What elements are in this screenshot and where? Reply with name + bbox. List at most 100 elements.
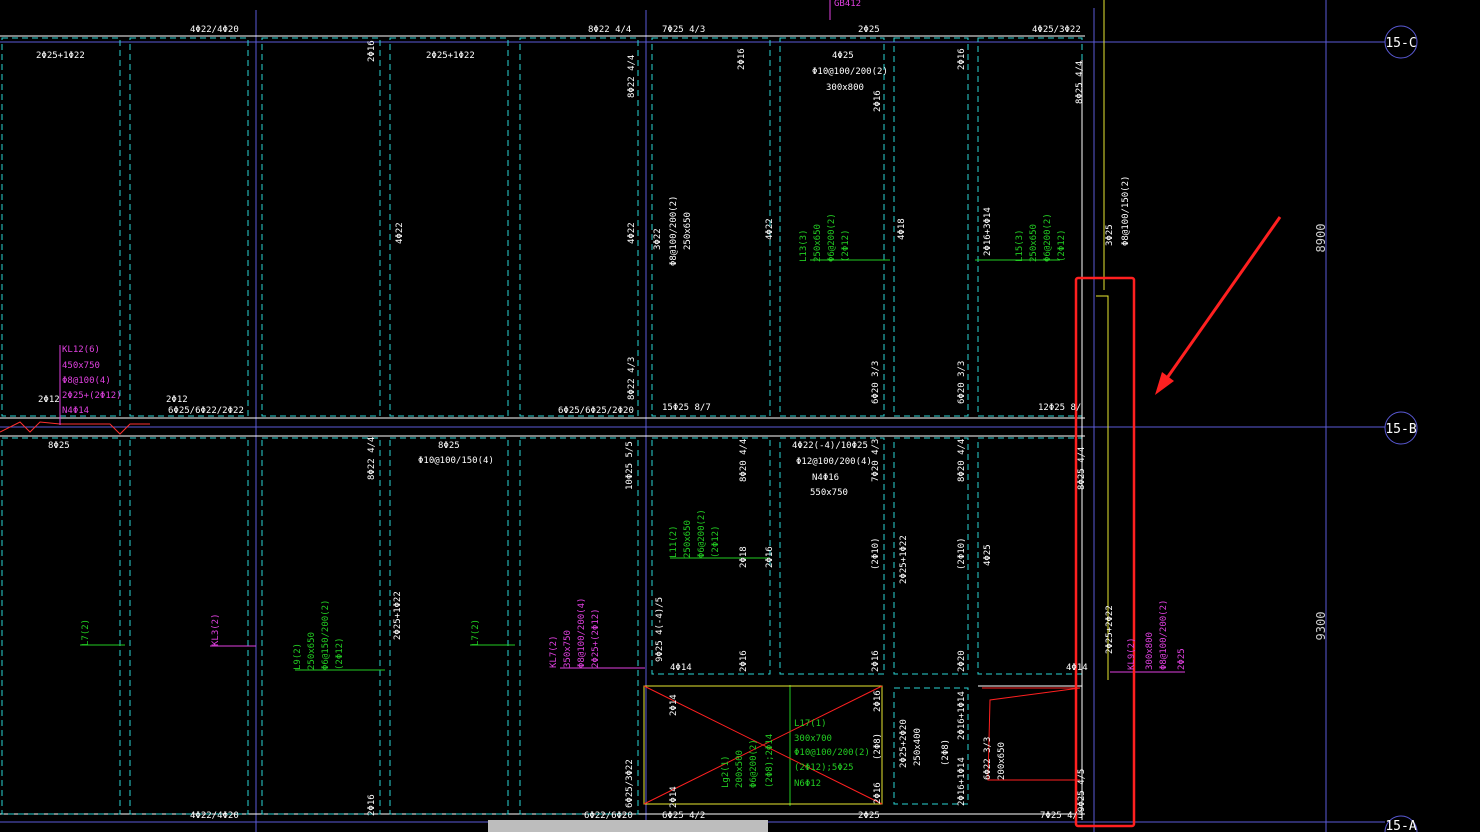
beam-right-label: 300x800	[1145, 632, 1155, 670]
mid-rebar-label: 2Φ12	[38, 395, 60, 405]
beam-kl7-label: Φ8@100/200(4)	[577, 598, 587, 668]
beam-label: 2Φ16	[873, 782, 883, 804]
beam-l9-label: 250x650	[307, 632, 317, 670]
beam-label: 2Φ20	[957, 650, 967, 672]
kl12-rebar-mark	[0, 421, 150, 435]
beam-label: (2Φ8)	[941, 739, 951, 766]
beam-kl7-label: 2Φ25+(2Φ12)	[591, 608, 601, 668]
beam-lg2-label: Φ6@200(2)	[749, 739, 759, 788]
beam-l7-label: L7(2)	[81, 619, 91, 646]
beam-l9-label: L9(2)	[293, 643, 303, 670]
highlight-arrow-shaft	[1158, 216, 1282, 389]
beam-label: 8Φ25 4/4	[1077, 447, 1087, 490]
beam-label: 300x800	[826, 83, 864, 93]
beam-label: 4Φ25	[832, 51, 854, 61]
beam-label: 2Φ16+1Φ14	[957, 757, 967, 806]
beam-label: 4Φ22	[765, 218, 775, 240]
beam-label: 4Φ18	[897, 218, 907, 240]
mid-rebar-label: 8Φ25	[438, 441, 460, 451]
cad-drawing-canvas[interactable]: 15-C 15-B 15-A 8900 9300 4Φ22/4Φ20 8Φ22 …	[0, 0, 1480, 832]
beam-right-label: 2Φ25	[1177, 648, 1187, 670]
beam-lg2-label: (2Φ8);2Φ14	[765, 734, 775, 788]
axis-bubble-15-a: 15-A	[1384, 815, 1418, 832]
beam-label: 2Φ25+1Φ22	[393, 591, 403, 640]
beam-label: N4Φ16	[812, 473, 839, 483]
beam-label: 2Φ25+2Φ20	[899, 719, 909, 768]
beam-label: 2Φ16	[871, 650, 881, 672]
cad-drawing: 15-C 15-B 15-A 8900 9300 4Φ22/4Φ20 8Φ22 …	[0, 0, 1418, 832]
kl12-size: 450x750	[62, 361, 100, 371]
beam-label: 4Φ22(-4)/10Φ25	[792, 441, 868, 451]
beam-label: 8Φ22 4/4	[367, 437, 377, 480]
top-tag-label: GB412	[834, 0, 861, 9]
kl12-name: KL12(6)	[62, 345, 100, 355]
beam-label: 2Φ16	[957, 48, 967, 70]
beam-l15-label: (2Φ12)	[1057, 229, 1067, 262]
beam-label: 6Φ20 3/3	[957, 361, 967, 404]
beam-label: 4Φ14	[1066, 663, 1088, 673]
beam-l13-label: Φ6@200(2)	[827, 213, 837, 262]
beam-label: 8Φ22 4/4	[627, 55, 637, 98]
beam-label: 2Φ18	[739, 546, 749, 568]
axis-label-15-c: 15-C	[1385, 36, 1416, 51]
beam-l11-label: (2Φ12)	[711, 525, 721, 558]
beam-kl3-label: KL3(2)	[211, 613, 221, 646]
beam-l17-label: Φ10@100/200(2)	[794, 748, 870, 758]
beam-label: 2Φ25+2Φ22	[1105, 605, 1115, 654]
mid-rebar-label: 8Φ25	[48, 441, 70, 451]
top-rebar-label: 4Φ25/3Φ22	[1032, 25, 1081, 35]
beam-label: Φ10@100/200(2)	[812, 67, 888, 77]
kl12-top-rebar: 2Φ25+(2Φ12)	[62, 391, 122, 401]
beam-label: 4Φ25	[983, 544, 993, 566]
beam-label: 6Φ20 3/3	[871, 361, 881, 404]
beam-label: 2Φ16	[367, 794, 377, 816]
mid-rebar-label: 15Φ25 8/7	[662, 403, 711, 413]
beam-label: 2Φ16	[765, 546, 775, 568]
top-rebar-label: 2Φ25	[858, 25, 880, 35]
beam-label: Φ8@100/150(2)	[1121, 176, 1131, 246]
beam-label: 6Φ22 3/3	[983, 737, 993, 780]
mid-rebar-label: 6Φ25/6Φ22/2Φ22	[168, 406, 244, 416]
axis-label-15-b: 15-B	[1385, 422, 1416, 437]
beam-right-label: Φ8@100/200(2)	[1159, 600, 1169, 670]
beam-label: 2Φ25+1Φ22	[426, 51, 475, 61]
axis-label-15-a: 15-A	[1385, 819, 1416, 832]
beam-label: 7Φ20 4/3	[871, 439, 881, 482]
beam-label: 2Φ16	[367, 40, 377, 62]
magenta-leaders	[210, 645, 1185, 673]
beam-l15-label: L15(3)	[1015, 229, 1025, 262]
beam-l7-label: L7(2)	[471, 619, 481, 646]
beam-l11-label: L11(2)	[669, 525, 679, 558]
bottom-rebar-label: 4Φ22/4Φ20	[190, 811, 239, 821]
bottom-rebar-label: 2Φ25	[858, 811, 880, 821]
beam-label: 2Φ14	[669, 786, 679, 808]
beam-right-label: KL9(2)	[1127, 637, 1137, 670]
bottom-taskbar-strip[interactable]	[488, 820, 768, 832]
beam-label: 6Φ25/3Φ22	[625, 759, 635, 808]
beam-l17-label: N6Φ12	[794, 779, 821, 789]
beam-label: 250x650	[683, 212, 693, 250]
top-rebar-label: 8Φ22 4/4	[588, 25, 631, 35]
beam-label: Φ8@100/200(2)	[669, 196, 679, 266]
beam-l17-label: (2Φ12);5Φ25	[794, 763, 854, 773]
highlight-box	[1074, 276, 1136, 828]
beam-l9-label: Φ6@150/200(2)	[321, 600, 331, 670]
beam-label: 2Φ25+1Φ22	[899, 535, 909, 584]
beam-label: 2Φ16	[873, 90, 883, 112]
beam-label: (2Φ10)	[957, 537, 967, 570]
beam-label: 3Φ25	[1105, 224, 1115, 246]
beam-label: 9Φ25 4(-4)/5	[655, 597, 665, 662]
beam-lg2-label: Lg2(1)	[721, 755, 731, 788]
beam-label: Φ12@100/200(4)	[796, 457, 872, 467]
top-rebar-label: 7Φ25 4/3	[662, 25, 705, 35]
main-beams	[0, 35, 1085, 815]
beam-l9-label: (2Φ12)	[335, 637, 345, 670]
beam-lg2-label: 200x500	[735, 750, 745, 788]
beam-label: 2Φ16+3Φ14	[983, 207, 993, 256]
mid-rebar-label: 12Φ25 8/	[1038, 403, 1081, 413]
beam-label: 2Φ16	[873, 690, 883, 712]
green-leaders	[80, 259, 1060, 806]
top-rebar-label: 4Φ22/4Φ20	[190, 25, 239, 35]
beam-label: (2Φ8)	[873, 733, 883, 760]
beam-l15-label: 250x650	[1029, 224, 1039, 262]
